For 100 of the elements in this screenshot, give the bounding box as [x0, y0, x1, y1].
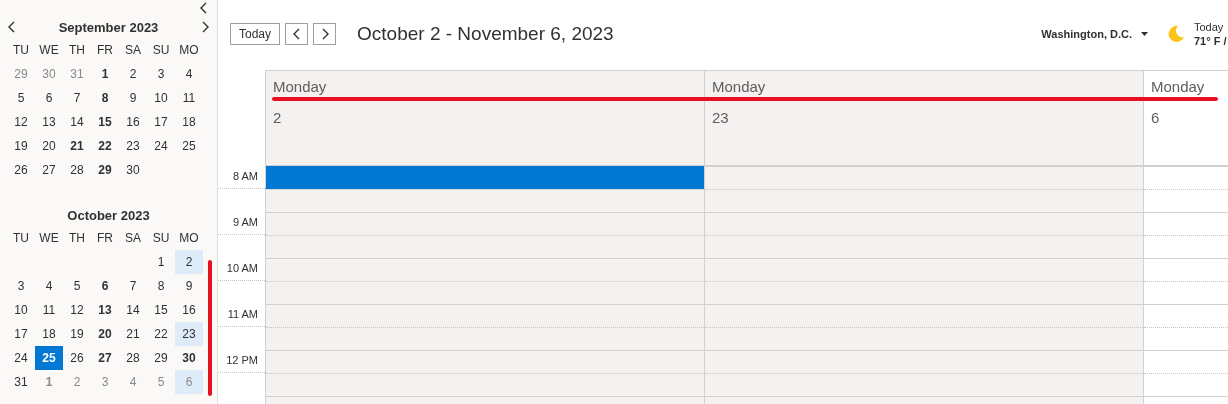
- calendar-day[interactable]: 13: [91, 298, 119, 322]
- today-button[interactable]: Today: [230, 22, 281, 45]
- temperature-text: 71° F /: [1194, 33, 1228, 48]
- calendar-day[interactable]: 13: [35, 110, 63, 134]
- time-label: 11 AM: [227, 308, 258, 322]
- calendar-day[interactable]: 4: [35, 274, 63, 298]
- calendar-day[interactable]: 8: [91, 86, 119, 110]
- calendar-day[interactable]: 2: [175, 250, 203, 274]
- calendar-day[interactable]: 14: [63, 110, 91, 134]
- caret-icon: [1141, 31, 1148, 36]
- calendar-day[interactable]: 28: [63, 158, 91, 182]
- calendar-day[interactable]: 15: [147, 298, 175, 322]
- calendar-day[interactable]: 26: [63, 346, 91, 370]
- calendar-day[interactable]: 25: [175, 134, 203, 158]
- calendar-day[interactable]: 30: [175, 346, 203, 370]
- calendar-day[interactable]: 24: [147, 134, 175, 158]
- calendar-day[interactable]: 6: [35, 86, 63, 110]
- calendar-day[interactable]: 2: [119, 62, 147, 86]
- weekday-heading: Monday: [273, 78, 328, 95]
- next-month-button[interactable]: [200, 20, 210, 34]
- calendar-day[interactable]: 27: [91, 346, 119, 370]
- location-dropdown[interactable]: Washington, D.C.: [1041, 27, 1148, 40]
- chevron-left-icon: [8, 21, 16, 33]
- calendar-day[interactable]: 12: [63, 298, 91, 322]
- calendar-day[interactable]: 17: [7, 322, 35, 346]
- calendar-day[interactable]: 3: [147, 62, 175, 86]
- time-label: 12 PM: [226, 354, 258, 368]
- calendar-day[interactable]: 20: [35, 134, 63, 158]
- time-label: 10 AM: [226, 262, 258, 276]
- weekday-label: TH: [68, 42, 86, 59]
- calendar-day[interactable]: 3: [7, 274, 35, 298]
- calendar-day[interactable]: 9: [175, 274, 203, 298]
- weekday-label: SA: [124, 230, 142, 247]
- calendar-day[interactable]: 10: [7, 298, 35, 322]
- calendar-day[interactable]: 10: [147, 86, 175, 110]
- calendar-day[interactable]: 31: [7, 370, 35, 394]
- calendar-day[interactable]: 1: [91, 62, 119, 86]
- weekday-label: WE: [38, 42, 60, 59]
- calendar-day[interactable]: 5: [63, 274, 91, 298]
- calendar-day[interactable]: 24: [7, 346, 35, 370]
- calendar-day[interactable]: 15: [91, 110, 119, 134]
- calendar-day[interactable]: 14: [119, 298, 147, 322]
- weekday-label: FR: [96, 42, 114, 59]
- chevron-right-icon: [320, 27, 329, 40]
- calendar-day[interactable]: 8: [147, 274, 175, 298]
- calendar-day[interactable]: 30: [35, 62, 63, 86]
- weekday-label: TH: [68, 230, 86, 247]
- calendar-day[interactable]: 19: [7, 134, 35, 158]
- weekday-label: SU: [151, 42, 171, 59]
- calendar-day[interactable]: 9: [119, 86, 147, 110]
- calendar-day[interactable]: 18: [175, 110, 203, 134]
- month-title: October 2023: [66, 207, 151, 223]
- weekday-heading: Monday: [1151, 78, 1206, 95]
- calendar-day[interactable]: 22: [91, 134, 119, 158]
- weekday-label: SA: [124, 42, 142, 59]
- calendar-day[interactable]: 22: [147, 322, 175, 346]
- calendar-day[interactable]: 4: [175, 62, 203, 86]
- calendar-day[interactable]: 20: [91, 322, 119, 346]
- date-number: 6: [1151, 109, 1161, 126]
- calendar-day[interactable]: 11: [175, 86, 203, 110]
- calendar-day[interactable]: 7: [63, 86, 91, 110]
- calendar-day[interactable]: 3: [91, 370, 119, 394]
- calendar-day[interactable]: 17: [147, 110, 175, 134]
- weather-label: Today: [1194, 19, 1225, 34]
- month-title: September 2023: [57, 19, 160, 35]
- calendar-day[interactable]: 18: [35, 322, 63, 346]
- previous-month-button[interactable]: [7, 20, 17, 34]
- calendar-day[interactable]: 16: [119, 110, 147, 134]
- calendar-day[interactable]: 1: [147, 250, 175, 274]
- weekday-label: WE: [38, 230, 60, 247]
- calendar-day[interactable]: 23: [175, 322, 203, 346]
- weekday-label: MO: [178, 230, 200, 247]
- calendar-day[interactable]: 11: [35, 298, 63, 322]
- calendar-day[interactable]: 6: [91, 274, 119, 298]
- collapse-button[interactable]: [200, 2, 208, 14]
- calendar-day[interactable]: 4: [119, 370, 147, 394]
- next-button[interactable]: [313, 22, 337, 45]
- previous-button[interactable]: [285, 22, 309, 45]
- calendar-day[interactable]: 23: [119, 134, 147, 158]
- calendar-day[interactable]: 16: [175, 298, 203, 322]
- chevron-left-icon: [292, 27, 301, 40]
- calendar-day[interactable]: 12: [7, 110, 35, 134]
- calendar-day[interactable]: 29: [147, 346, 175, 370]
- calendar-day[interactable]: 21: [63, 134, 91, 158]
- calendar-day[interactable]: 7: [119, 274, 147, 298]
- calendar-day[interactable]: 21: [119, 322, 147, 346]
- date-number: 2: [273, 109, 283, 126]
- calendar-day[interactable]: 26: [7, 158, 35, 182]
- weekday-label: TU: [12, 230, 30, 247]
- chevron-right-icon: [201, 21, 209, 33]
- calendar-day[interactable]: 19: [63, 322, 91, 346]
- chevron-left-icon: [200, 2, 208, 14]
- calendar-day[interactable]: 5: [7, 86, 35, 110]
- calendar-day[interactable]: 29: [91, 158, 119, 182]
- weekday-label: FR: [96, 230, 114, 247]
- calendar-day[interactable]: 27: [35, 158, 63, 182]
- calendar-day[interactable]: 28: [119, 346, 147, 370]
- weekday-label: MO: [178, 42, 200, 59]
- calendar-day[interactable]: 30: [119, 158, 147, 182]
- calendar-day[interactable]: 25: [35, 346, 63, 370]
